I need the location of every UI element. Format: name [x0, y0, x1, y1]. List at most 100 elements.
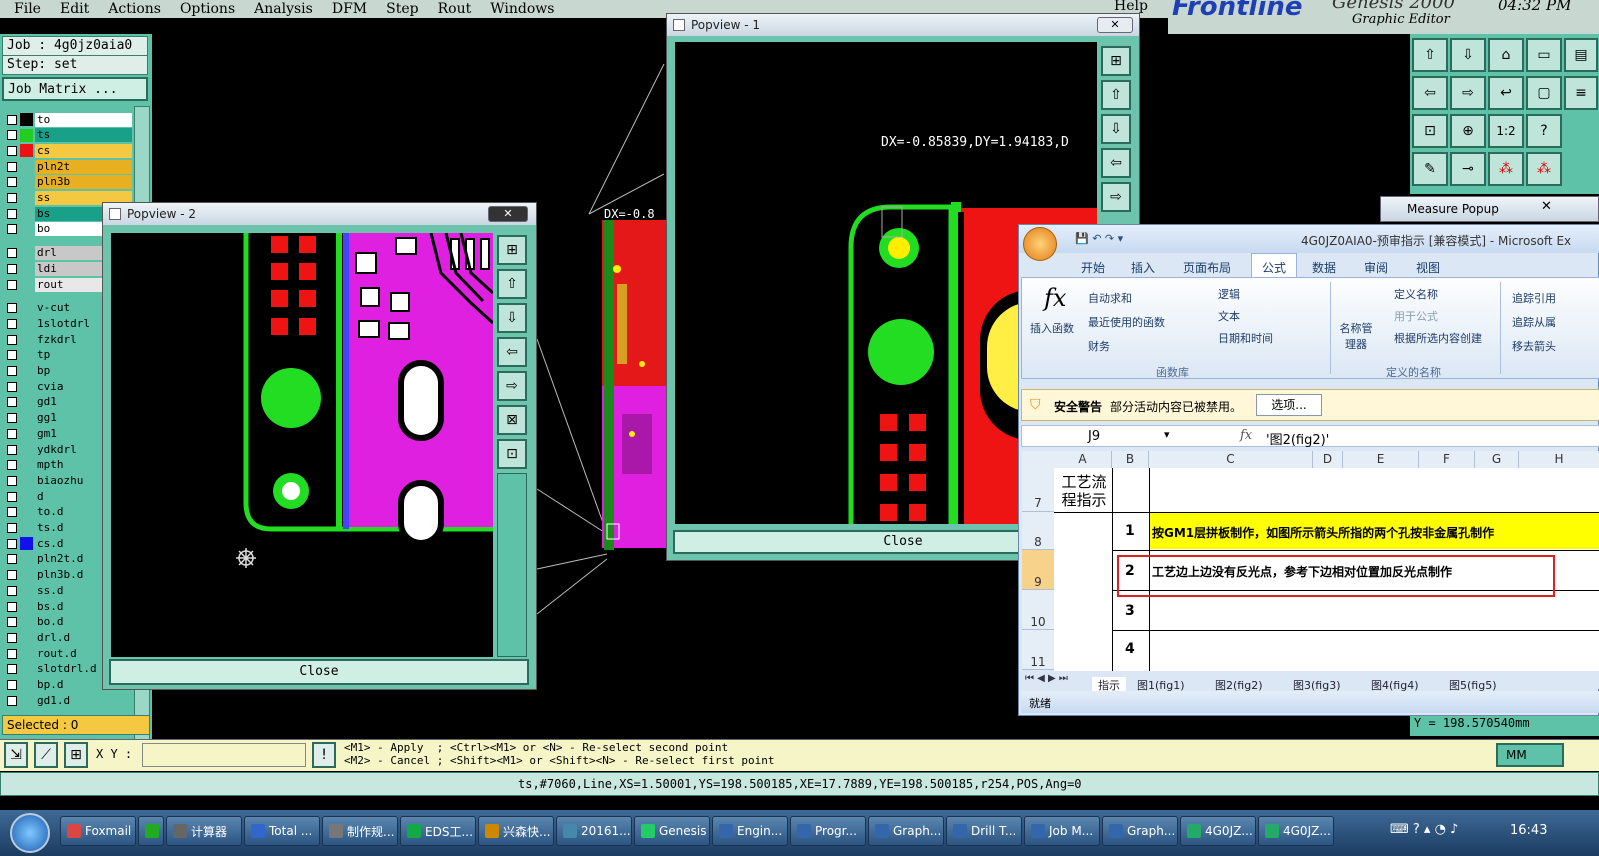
taskbar-item-0[interactable]: Foxmail — [60, 816, 136, 846]
col-header-g[interactable]: G — [1475, 451, 1519, 468]
alert-icon[interactable]: ! — [312, 742, 336, 768]
layer-checkbox[interactable] — [7, 130, 17, 141]
layer-checkbox[interactable] — [7, 491, 17, 502]
cell-b11[interactable]: 4 — [1125, 641, 1135, 657]
tool-icon-8[interactable]: ↩ — [1488, 76, 1524, 110]
layer-row-pln3b[interactable]: pln3b — [4, 175, 132, 190]
layer-checkbox[interactable] — [7, 381, 17, 392]
layer-checkbox[interactable] — [7, 538, 17, 549]
tool-measure-icon[interactable]: ⟋ — [34, 742, 58, 768]
layer-checkbox[interactable] — [7, 334, 17, 345]
tray-icons[interactable]: ⌨ ? ▴ ◔ ♪ — [1390, 822, 1458, 837]
layer-checkbox[interactable] — [7, 318, 17, 329]
taskbar-item-7[interactable]: 20161... — [556, 816, 632, 846]
layer-checkbox[interactable] — [7, 523, 17, 533]
tool-icon-1[interactable]: ⇧ — [1412, 38, 1448, 72]
layer-checkbox[interactable] — [7, 177, 17, 188]
col-header-d[interactable]: D — [1313, 451, 1343, 468]
security-options-button[interactable]: 选项... — [1256, 394, 1322, 416]
zoom-out-icon[interactable]: ⊡ — [497, 439, 527, 469]
layer-checkbox[interactable] — [7, 279, 17, 290]
menu-file[interactable]: File — [14, 1, 41, 17]
layer-checkbox[interactable] — [7, 695, 17, 706]
layer-checkbox[interactable] — [7, 397, 17, 408]
layer-checkbox[interactable] — [7, 475, 17, 486]
logical-button[interactable]: 逻辑 — [1218, 286, 1240, 302]
row-header-7[interactable]: 7 — [1022, 468, 1054, 512]
tool-icon-17[interactable]: ⁂ — [1488, 152, 1524, 186]
pan-up-icon[interactable]: ⇧ — [497, 269, 527, 299]
tool-icon-6[interactable]: ⇦ — [1412, 76, 1448, 110]
popview-2-scrollbar[interactable] — [497, 473, 527, 657]
ribbon-tab-view[interactable]: 视图 — [1416, 259, 1440, 276]
ribbon-tab-review[interactable]: 审阅 — [1364, 259, 1388, 276]
trace-precedents-button[interactable]: 追踪引用 — [1512, 290, 1556, 306]
insert-function-button[interactable]: 插入函数 — [1030, 320, 1074, 336]
name-box-dropdown-icon[interactable]: ▾ — [1164, 428, 1170, 441]
menu-step[interactable]: Step — [386, 1, 418, 17]
ribbon-tab-layout[interactable]: 页面布局 — [1183, 259, 1231, 276]
layer-checkbox[interactable] — [7, 263, 17, 274]
popview-2-titlebar[interactable]: Popview - 2 — [103, 203, 536, 225]
help-icon[interactable]: ? — [1526, 114, 1562, 148]
create-from-selection-button[interactable]: 根据所选内容创建 — [1394, 330, 1482, 346]
layer-checkbox[interactable] — [7, 632, 17, 643]
quick-access-icons[interactable]: 💾 ↶ ↷ ▾ — [1075, 232, 1123, 245]
layer-row-cs[interactable]: cs — [4, 143, 132, 158]
menu-help[interactable]: Help — [1114, 0, 1148, 14]
office-button-icon[interactable] — [1023, 227, 1057, 261]
zoom-in-icon[interactable]: ⊞ — [497, 235, 527, 265]
menu-rout[interactable]: Rout — [438, 1, 472, 17]
taskbar-item-1[interactable] — [138, 816, 164, 846]
pan-down-icon[interactable]: ⇩ — [1101, 114, 1131, 144]
taskbar-item-10[interactable]: Progr... — [790, 816, 866, 846]
tool-icon-9[interactable]: ▢ — [1526, 76, 1562, 110]
pan-up-icon[interactable]: ⇧ — [1101, 80, 1131, 110]
home-icon[interactable]: ⌂ — [1488, 38, 1524, 72]
tool-grid-icon[interactable]: ⊞ — [64, 742, 88, 768]
layer-checkbox[interactable] — [7, 193, 17, 203]
layer-checkbox[interactable] — [7, 161, 17, 172]
taskbar-item-9[interactable]: Engin... — [712, 816, 788, 846]
pan-down-icon[interactable]: ⇩ — [497, 303, 527, 333]
name-box[interactable]: J9 — [1088, 429, 1100, 444]
menu-windows[interactable]: Windows — [490, 1, 554, 17]
taskbar-item-3[interactable]: Total ... — [244, 816, 320, 846]
text-button[interactable]: 文本 — [1218, 308, 1240, 324]
cell-a7[interactable]: 工艺流程指示 — [1057, 473, 1111, 509]
pan-left-icon[interactable]: ⇦ — [1101, 148, 1131, 178]
tool-icon-16[interactable]: ⊸ — [1450, 152, 1486, 186]
tool-icon-4[interactable]: ▭ — [1526, 38, 1562, 72]
tool-icon-15[interactable]: ✎ — [1412, 152, 1448, 186]
col-header-f[interactable]: F — [1419, 451, 1475, 468]
name-manager-button[interactable]: 名称管理器 — [1336, 320, 1376, 352]
ribbon-tab-insert[interactable]: 插入 — [1131, 259, 1155, 276]
zoom-fit-icon[interactable]: ⊡ — [1412, 114, 1448, 148]
menu-dfm[interactable]: DFM — [332, 1, 367, 17]
select-all-corner[interactable] — [1022, 451, 1054, 468]
layer-checkbox[interactable] — [7, 648, 17, 659]
col-header-a[interactable]: A — [1054, 451, 1112, 468]
menu-edit[interactable]: Edit — [60, 1, 89, 17]
zoom-in-icon[interactable]: ⊞ — [1101, 46, 1131, 76]
use-in-formula-button[interactable]: 用于公式 — [1394, 308, 1438, 324]
layer-row-pln2t[interactable]: pln2t — [4, 159, 132, 174]
sheet-nav-icons[interactable]: ⏮ ◀ ▶ ⏭ — [1025, 673, 1068, 684]
layer-checkbox[interactable] — [7, 413, 17, 424]
taskbar-item-12[interactable]: Drill T... — [946, 816, 1022, 846]
autosum-button[interactable]: 自动求和 — [1088, 290, 1132, 306]
layer-checkbox[interactable] — [7, 664, 17, 675]
layer-row-to[interactable]: to — [4, 112, 132, 127]
job-matrix-button[interactable]: Job Matrix ... — [2, 77, 148, 101]
tool-select-icon[interactable]: ⇲ — [4, 742, 28, 768]
layer-checkbox[interactable] — [7, 507, 17, 518]
popview-2-canvas[interactable] — [111, 233, 493, 657]
layer-checkbox[interactable] — [7, 303, 17, 314]
taskbar-item-2[interactable]: 计算器 — [166, 816, 242, 846]
layer-checkbox[interactable] — [7, 460, 17, 471]
recent-functions-button[interactable]: 最近使用的函数 — [1088, 314, 1165, 330]
trace-dependents-button[interactable]: 追踪从属 — [1512, 314, 1556, 330]
row-header-11[interactable]: 11 — [1022, 630, 1054, 670]
popview-1-titlebar[interactable]: Popview - 1 — [667, 14, 1139, 36]
row-header-10[interactable]: 10 — [1022, 590, 1054, 630]
